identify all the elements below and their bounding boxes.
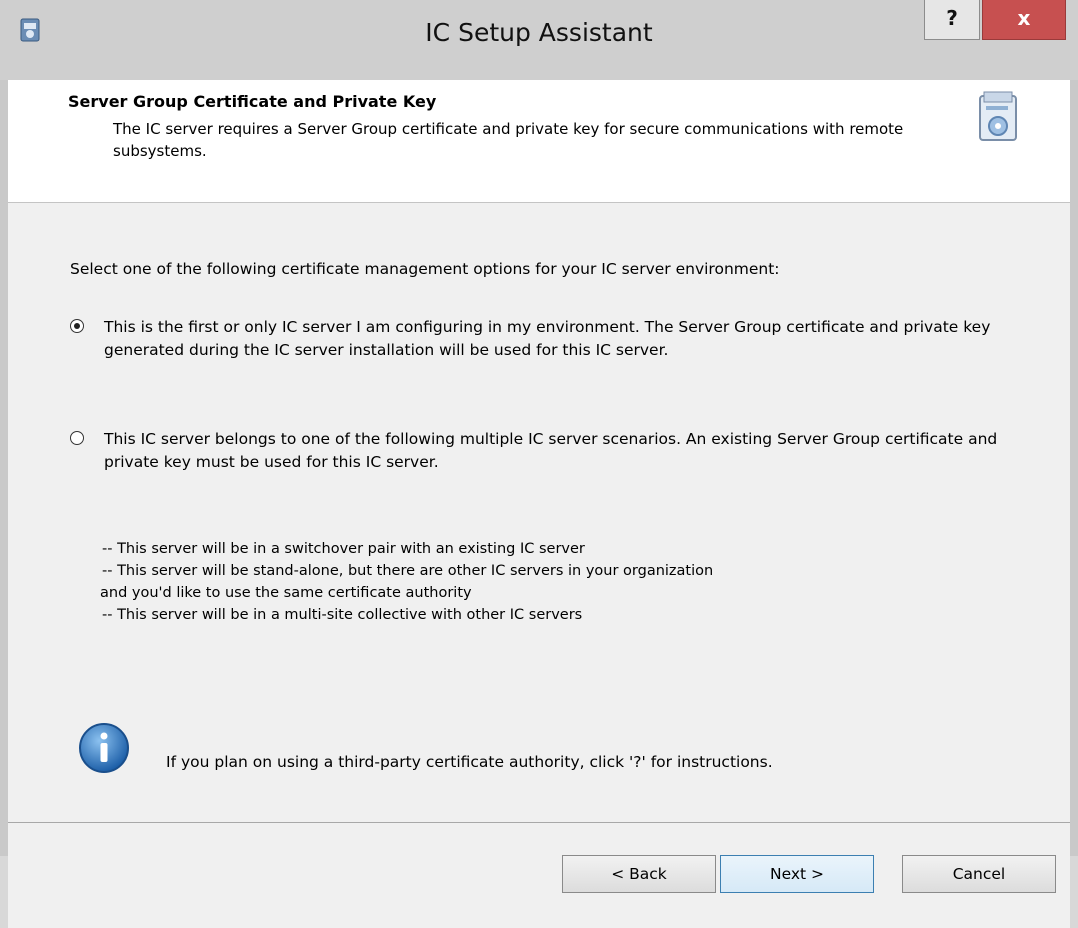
page-description: The IC server requires a Server Group ce… xyxy=(113,120,904,160)
next-button[interactable]: Next > xyxy=(720,855,874,893)
wizard-header: Server Group Certificate and Private Key… xyxy=(8,80,1070,203)
intro-text: Select one of the following certificate … xyxy=(70,260,780,278)
radio-first-server[interactable] xyxy=(70,319,84,333)
title-bar[interactable]: IC Setup Assistant ? x xyxy=(0,0,1078,80)
scenario-list: -- This server will be in a switchover p… xyxy=(100,538,1042,626)
back-button[interactable]: < Back xyxy=(562,855,716,893)
option-first-server-label: This is the first or only IC server I am… xyxy=(104,318,991,359)
radio-multi-server[interactable] xyxy=(70,431,84,445)
option-multi-server-label: This IC server belongs to one of the fol… xyxy=(104,430,998,471)
scenario-item: and you'd like to use the same certifica… xyxy=(100,585,472,601)
page-title: Server Group Certificate and Private Key xyxy=(68,92,437,111)
cancel-button[interactable]: Cancel xyxy=(902,855,1056,893)
window-title: IC Setup Assistant xyxy=(425,18,653,47)
wizard-footer: < Back Next > Cancel xyxy=(8,823,1070,928)
scenario-item: -- This server will be in a multi-site c… xyxy=(102,607,583,623)
option-first-server[interactable]: This is the first or only IC server I am… xyxy=(70,316,1040,362)
close-button[interactable]: x xyxy=(982,0,1066,40)
setup-box-icon xyxy=(979,91,1017,141)
help-button[interactable]: ? xyxy=(924,0,980,40)
info-icon xyxy=(79,723,129,773)
info-text: If you plan on using a third-party certi… xyxy=(166,753,773,771)
setup-window: IC Setup Assistant ? x Server Group Cert… xyxy=(0,0,1078,928)
dialog-client: Server Group Certificate and Private Key… xyxy=(8,80,1070,928)
scenario-item: -- This server will be in a switchover p… xyxy=(102,541,585,557)
scenario-item: -- This server will be stand-alone, but … xyxy=(102,563,714,579)
option-multi-server[interactable]: This IC server belongs to one of the fol… xyxy=(70,428,1040,474)
